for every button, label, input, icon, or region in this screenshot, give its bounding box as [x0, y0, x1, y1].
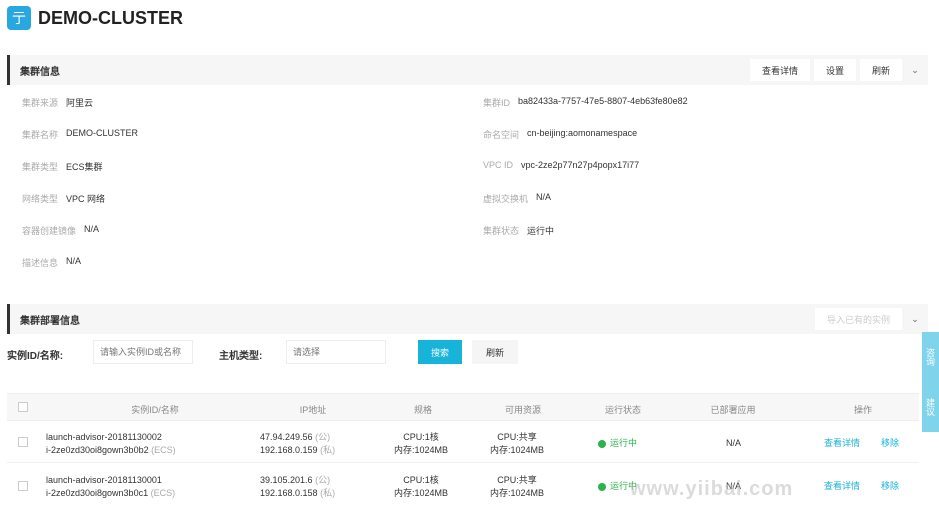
instance-cell: launch-advisor-20181130001 i-2ze0zd30oi8…	[46, 475, 176, 498]
spec-cell: CPU:1核 内存:1024MB	[393, 432, 449, 455]
page-header: 亍 DEMO-CLUSTER	[7, 4, 183, 32]
ip-cell: 39.105.201.6 (公) 192.168.0.158 (私)	[260, 475, 336, 498]
cluster-logo-icon: 亍	[7, 6, 31, 30]
info-cluster-id: 集群ID ba82433a-7757-47e5-8807-4eb63fe80e8…	[483, 96, 688, 108]
table-header: 实例ID/名称 IP地址 规格 可用资源 运行状态 已部署应用 操作	[7, 393, 919, 421]
cluster-info-title: 集群信息	[20, 66, 60, 78]
watermark: www.yiibai.com	[630, 478, 794, 500]
ip-cell: 47.94.249.56 (公) 192.168.0.159 (私)	[260, 432, 336, 455]
feedback-side-tab[interactable]: 咨询 建议	[922, 332, 939, 432]
import-instance-button[interactable]: 导入已有的实例	[814, 308, 902, 330]
info-description: 描述信息 N/A	[22, 256, 82, 268]
col-resources: 可用资源	[504, 405, 541, 415]
col-ip: IP地址	[299, 405, 327, 415]
row-checkbox[interactable]	[18, 437, 28, 447]
status-badge: 运行中	[598, 437, 637, 450]
info-vswitch: 虚拟交换机 N/A	[483, 192, 552, 204]
deploy-info-title: 集群部署信息	[20, 315, 80, 327]
spec-cell: CPU:1核 内存:1024MB	[393, 475, 449, 498]
instance-cell: launch-advisor-20181130002 i-2ze0zd30oi8…	[46, 432, 176, 455]
instance-search-input[interactable]	[93, 340, 193, 364]
info-cluster-status: 集群状态 运行中	[483, 226, 555, 236]
resources-cell: CPU:共享 内存:1024MB	[489, 432, 545, 455]
info-type: 集群类型 ECS集群	[22, 162, 103, 172]
select-all-checkbox[interactable]	[18, 402, 28, 412]
row-checkbox[interactable]	[18, 481, 28, 491]
col-actions: 操作	[853, 405, 872, 415]
resources-cell: CPU:共享 内存:1024MB	[489, 475, 545, 498]
view-details-link[interactable]: 查看详情	[824, 480, 860, 493]
chevron-down-icon[interactable]: ⌄	[906, 314, 924, 325]
refresh-button[interactable]: 刷新	[859, 59, 902, 81]
view-details-button[interactable]: 查看详情	[749, 59, 810, 81]
instance-filter-label: 实例ID/名称:	[7, 351, 64, 362]
table-refresh-button[interactable]: 刷新	[472, 340, 518, 364]
cluster-info-bar: 集群信息 查看详情 设置 刷新 ⌄	[7, 55, 928, 85]
remove-link[interactable]: 移除	[881, 437, 899, 450]
info-network-type: 网络类型 VPC 网络	[22, 194, 106, 204]
info-vpc-id: VPC ID vpc-2ze2p77n27p4popx17i77	[483, 160, 640, 170]
status-running-icon	[598, 439, 606, 448]
chevron-down-icon[interactable]: ⌄	[906, 65, 924, 76]
info-container-image: 容器创建镜像 N/A	[22, 224, 100, 236]
info-name: 集群名称 DEMO-CLUSTER	[22, 128, 139, 140]
row-divider	[7, 462, 919, 463]
col-apps: 已部署应用	[710, 405, 756, 415]
info-namespace: 命名空间 cn-beijing:aomonamespace	[483, 128, 638, 140]
page-title: DEMO-CLUSTER	[38, 7, 183, 28]
col-spec: 规格	[413, 405, 432, 415]
col-instance: 实例ID/名称	[131, 405, 179, 415]
search-button[interactable]: 搜索	[418, 340, 462, 364]
remove-link[interactable]: 移除	[881, 480, 899, 493]
settings-button[interactable]: 设置	[813, 59, 856, 81]
status-running-icon	[598, 482, 606, 491]
view-details-link[interactable]: 查看详情	[824, 437, 860, 450]
host-type-label: 主机类型:	[219, 351, 263, 362]
col-status: 运行状态	[604, 405, 641, 415]
deploy-info-bar: 集群部署信息 导入已有的实例 ⌄	[7, 304, 928, 334]
host-type-select[interactable]	[286, 340, 386, 364]
apps-cell: N/A	[726, 438, 742, 448]
info-source: 集群来源 阿里云	[22, 98, 94, 108]
